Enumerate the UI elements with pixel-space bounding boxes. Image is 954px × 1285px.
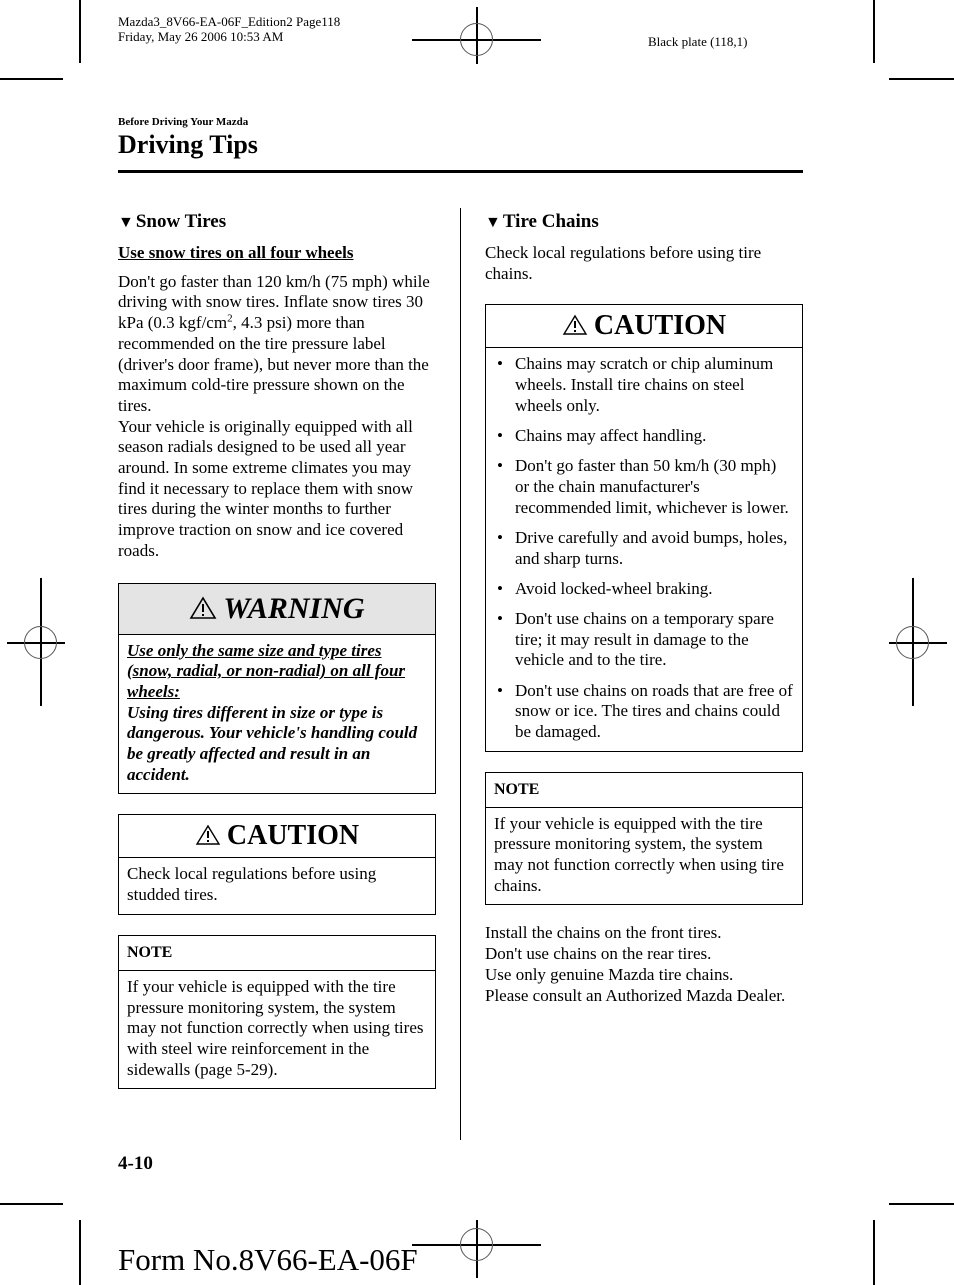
plate-label: Black plate (118,1) xyxy=(648,34,748,49)
closing-line: Don't use chains on the rear tires. xyxy=(485,944,712,964)
crop-mark xyxy=(889,1203,954,1205)
alert-triangle-icon xyxy=(195,824,221,852)
left-column: ▼ Snow Tires Use snow tires on all four w… xyxy=(118,210,436,1090)
caution-item: Don't use chains on roads that are free … xyxy=(494,681,794,743)
warning-title: WARNING xyxy=(223,591,365,625)
print-file-line: Mazda3_8V66-EA-06F_Edition2 Page118 xyxy=(118,14,341,29)
crop-mark xyxy=(873,0,875,63)
caution-box: CAUTION Check local regulations before u… xyxy=(118,814,436,915)
snow-tires-paragraph-2: Your vehicle is originally equipped with… xyxy=(118,416,414,560)
caution-text: Check local regulations before using stu… xyxy=(127,864,377,905)
right-column: ▼ Tire Chains Check local regulations bef… xyxy=(485,210,803,1006)
caution-header: CAUTION xyxy=(119,815,435,859)
caution-list: Chains may scratch or chip aluminum whee… xyxy=(486,348,802,750)
warning-underlined-text: Use only the same size and type tires (s… xyxy=(127,640,406,701)
caution-title: CAUTION xyxy=(226,820,360,852)
caution-title: CAUTION xyxy=(593,310,727,342)
tire-chains-intro: Check local regulations before using tir… xyxy=(485,243,762,283)
closing-line: Install the chains on the front tires. xyxy=(485,923,722,943)
crop-mark xyxy=(79,0,81,63)
column-divider xyxy=(460,208,461,1140)
registration-mark-right xyxy=(889,578,947,706)
tire-chains-heading: ▼ Tire Chains xyxy=(485,210,803,235)
heading-text: Snow Tires xyxy=(135,211,227,232)
crop-mark xyxy=(873,1220,875,1285)
closing-text: Install the chains on the front tires. D… xyxy=(485,923,803,1006)
warning-body: Use only the same size and type tires (s… xyxy=(119,635,435,794)
snow-tires-paragraph-1: Don't go faster than 120 km/h (75 mph) w… xyxy=(118,271,430,415)
caution-header: CAUTION xyxy=(486,305,802,349)
down-triangle-icon: ▼ xyxy=(118,214,134,231)
print-metadata: Mazda3_8V66-EA-06F_Edition2 Page118 Frid… xyxy=(118,14,340,44)
caution-item: Drive carefully and avoid bumps, holes, … xyxy=(494,528,794,569)
note-box: NOTE If your vehicle is equipped with th… xyxy=(485,771,803,906)
registration-mark-top xyxy=(412,7,542,64)
title-rule xyxy=(118,170,803,173)
caution-box: CAUTION Chains may scratch or chip alumi… xyxy=(485,304,803,752)
crop-mark xyxy=(0,1203,63,1205)
crop-mark xyxy=(0,78,63,80)
caution-item: Don't go faster than 50 km/h (30 mph) or… xyxy=(494,456,794,518)
caution-item: Chains may affect handling. xyxy=(494,426,794,447)
heading-text: Tire Chains xyxy=(502,211,599,232)
page-number: 4-10 xyxy=(118,1153,153,1174)
registration-mark-left xyxy=(7,578,65,706)
caution-item: Avoid locked-wheel braking. xyxy=(494,579,794,600)
closing-line: Please consult an Authorized Mazda Deale… xyxy=(485,985,786,1005)
snow-tires-subheading: Use snow tires on all four wheels xyxy=(118,243,354,262)
warning-header: WARNING xyxy=(119,583,435,635)
note-box: NOTE If your vehicle is equipped with th… xyxy=(118,934,436,1090)
crop-mark xyxy=(889,78,954,80)
warning-text: Using tires different in size or type is… xyxy=(127,702,418,784)
closing-line: Use only genuine Mazda tire chains. xyxy=(485,964,734,984)
note-text: If your vehicle is equipped with the tir… xyxy=(494,813,784,895)
caution-item: Don't use chains on a temporary spare ti… xyxy=(494,609,794,671)
print-date-line: Friday, May 26 2006 10:53 AM xyxy=(118,29,284,44)
snow-tires-heading: ▼ Snow Tires xyxy=(118,210,436,235)
down-triangle-icon: ▼ xyxy=(485,214,501,231)
section-label: Before Driving Your Mazda xyxy=(118,116,249,128)
alert-triangle-icon xyxy=(562,314,588,342)
warning-box: WARNING Use only the same size and type … xyxy=(118,582,436,795)
page-title: Driving Tips xyxy=(118,130,258,159)
crop-mark xyxy=(79,1220,81,1285)
note-title: NOTE xyxy=(486,773,802,808)
alert-triangle-icon xyxy=(189,596,217,626)
registration-mark-bottom xyxy=(412,1220,542,1278)
caution-item: Chains may scratch or chip aluminum whee… xyxy=(494,354,794,416)
note-title: NOTE xyxy=(119,936,435,971)
form-number: Form No.8V66-EA-06F xyxy=(118,1242,418,1277)
note-text: If your vehicle is equipped with the tir… xyxy=(127,976,424,1079)
